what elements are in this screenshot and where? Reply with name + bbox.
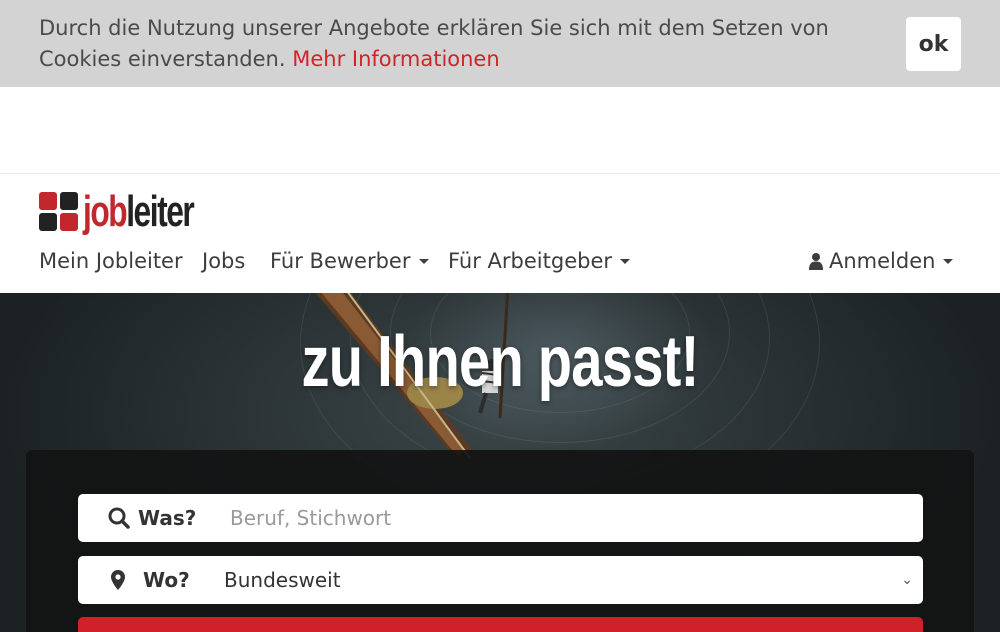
hero-title: zu Ihnen passt!: [301, 322, 699, 402]
login-label: Anmelden: [829, 249, 936, 273]
search-panel: Was? Wo? Bundesweit ⌄: [26, 450, 974, 632]
nav-jobs[interactable]: Jobs: [202, 244, 245, 278]
search-submit-button[interactable]: [78, 617, 923, 632]
chevron-down-icon: ⌄: [901, 572, 913, 588]
search-input[interactable]: [228, 494, 888, 542]
logo-part-job: job: [83, 187, 128, 236]
what-label: Was?: [138, 506, 197, 530]
main-nav: Mein Jobleiter Jobs Für Bewerber Für Arb…: [0, 244, 1000, 280]
where-label: Wo?: [143, 568, 190, 592]
caret-down-icon: [943, 258, 954, 264]
cookie-banner: Durch die Nutzung unserer Angebote erklä…: [0, 0, 1000, 87]
more-info-link[interactable]: Mehr Informationen: [292, 47, 499, 71]
caret-down-icon: [620, 258, 631, 264]
map-marker-icon: [111, 570, 125, 590]
login-menu[interactable]: Anmelden: [809, 244, 954, 278]
nav-fuer-bewerber[interactable]: Für Bewerber: [270, 244, 429, 278]
cookie-ok-button[interactable]: ok: [906, 17, 961, 71]
nav-item-label: Für Bewerber: [270, 249, 411, 273]
search-what-field[interactable]: Was?: [78, 494, 923, 542]
nav-item-label: Für Arbeitgeber: [448, 249, 613, 273]
search-where-select[interactable]: Wo? Bundesweit ⌄: [78, 556, 923, 604]
logo-part-leiter: leiter: [126, 187, 195, 236]
caret-down-icon: [418, 258, 429, 264]
nav-item-label: Mein Jobleiter: [39, 249, 183, 273]
nav-item-label: Jobs: [202, 249, 246, 273]
hero-section: zu Ihnen passt! Was? Wo? Bundesweit ⌄: [0, 293, 1000, 632]
jobleiter-logo[interactable]: jobleiter: [39, 187, 236, 237]
header-divider: [0, 173, 1000, 174]
nav-fuer-arbeitgeber[interactable]: Für Arbeitgeber: [448, 244, 631, 278]
search-icon: [108, 507, 130, 529]
user-icon: [809, 252, 823, 270]
logo-wordmark: jobleiter: [83, 187, 195, 237]
logo-grid-icon: [39, 192, 79, 232]
cookie-message: Durch die Nutzung unserer Angebote erklä…: [39, 13, 869, 75]
nav-mein-jobleiter[interactable]: Mein Jobleiter: [39, 244, 183, 278]
where-select-value: Bundesweit: [224, 568, 341, 592]
